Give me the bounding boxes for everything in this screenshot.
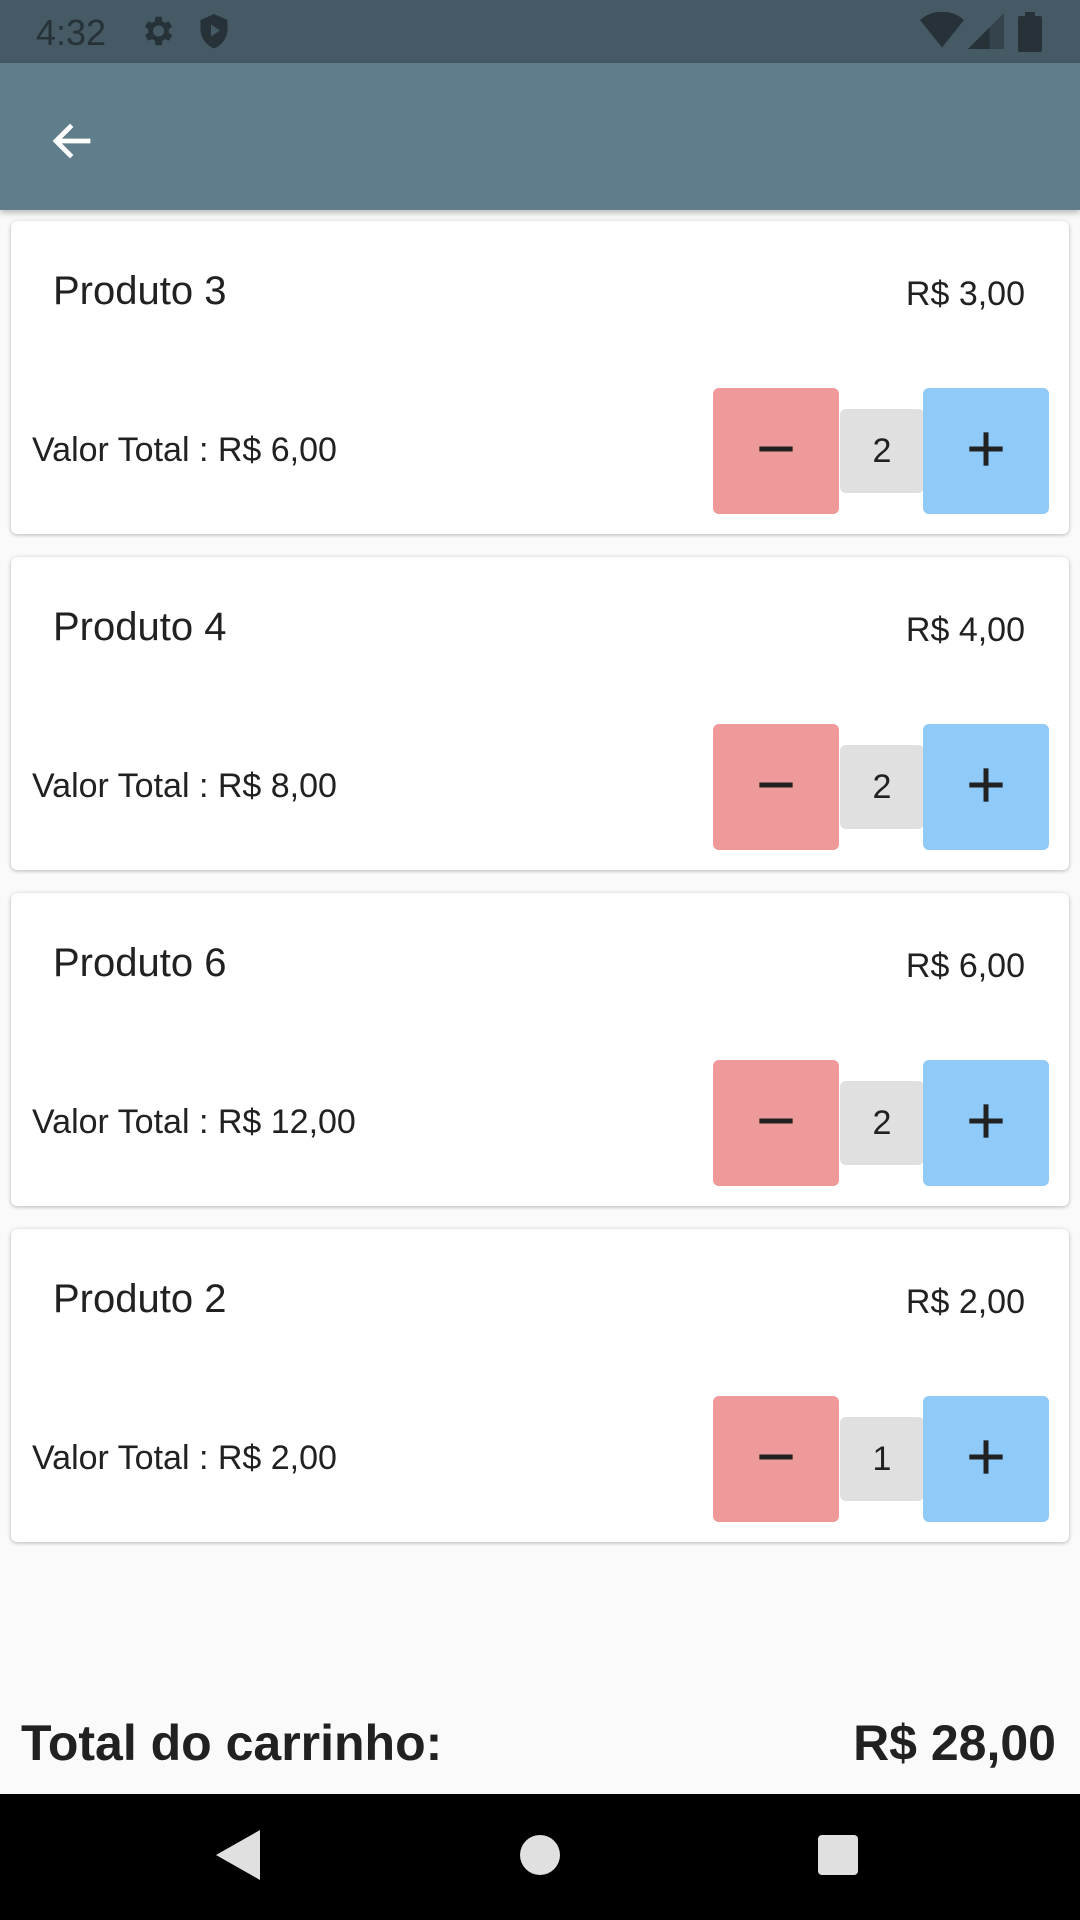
item-total: Valor Total : R$ 8,00 (32, 767, 337, 805)
navigation-bar (0, 1794, 1080, 1920)
back-button[interactable] (30, 101, 114, 185)
increase-quantity-button[interactable] (923, 1396, 1049, 1522)
cart-total-label: Total do carrinho: (21, 1715, 443, 1771)
nav-home-button[interactable] (502, 1819, 578, 1895)
plus-icon (966, 765, 1006, 810)
minus-icon (756, 765, 796, 810)
product-name: Produto 6 (53, 941, 227, 985)
product-price: R$ 6,00 (905, 947, 1025, 985)
status-time: 4:32 (36, 12, 107, 53)
cart-item-card: Produto 3 R$ 3,00 Valor Total : R$ 6,00 … (11, 221, 1069, 534)
signal-icon (968, 12, 1004, 55)
cart-item-card: Produto 6 R$ 6,00 Valor Total : R$ 12,00… (11, 893, 1069, 1206)
plus-icon (966, 1437, 1006, 1482)
product-name: Produto 4 (53, 605, 227, 649)
quantity-value: 2 (840, 1081, 924, 1165)
shield-icon (196, 12, 232, 57)
decrease-quantity-button[interactable] (713, 388, 839, 514)
home-circle-icon (520, 1834, 560, 1880)
item-total: Valor Total : R$ 2,00 (32, 1439, 337, 1477)
decrease-quantity-button[interactable] (713, 724, 839, 850)
product-name: Produto 2 (53, 1277, 227, 1321)
back-triangle-icon (216, 1829, 260, 1885)
cart-total-value: R$ 28,00 (853, 1715, 1056, 1771)
minus-icon (756, 429, 796, 474)
arrow-back-icon (48, 117, 96, 170)
item-total: Valor Total : R$ 6,00 (32, 431, 337, 469)
cart-item-card: Produto 2 R$ 2,00 Valor Total : R$ 2,00 … (11, 1229, 1069, 1542)
nav-recents-button[interactable] (800, 1819, 876, 1895)
increase-quantity-button[interactable] (923, 724, 1049, 850)
wifi-icon (920, 11, 964, 55)
plus-icon (966, 429, 1006, 474)
plus-icon (966, 1101, 1006, 1146)
item-total: Valor Total : R$ 12,00 (32, 1103, 356, 1141)
status-bar: 4:32 (0, 0, 1080, 63)
product-price: R$ 2,00 (905, 1283, 1025, 1321)
increase-quantity-button[interactable] (923, 388, 1049, 514)
decrease-quantity-button[interactable] (713, 1060, 839, 1186)
nav-back-button[interactable] (200, 1819, 276, 1895)
app-bar (0, 63, 1080, 210)
quantity-value: 2 (840, 409, 924, 493)
recents-square-icon (818, 1834, 858, 1880)
battery-icon (1018, 12, 1042, 57)
quantity-value: 2 (840, 745, 924, 829)
minus-icon (756, 1101, 796, 1146)
cart-item-card: Produto 4 R$ 4,00 Valor Total : R$ 8,00 … (11, 557, 1069, 870)
product-price: R$ 3,00 (905, 275, 1025, 313)
minus-icon (756, 1437, 796, 1482)
decrease-quantity-button[interactable] (713, 1396, 839, 1522)
product-price: R$ 4,00 (905, 611, 1025, 649)
increase-quantity-button[interactable] (923, 1060, 1049, 1186)
product-name: Produto 3 (53, 269, 227, 313)
settings-icon (138, 12, 176, 55)
quantity-value: 1 (840, 1417, 924, 1501)
